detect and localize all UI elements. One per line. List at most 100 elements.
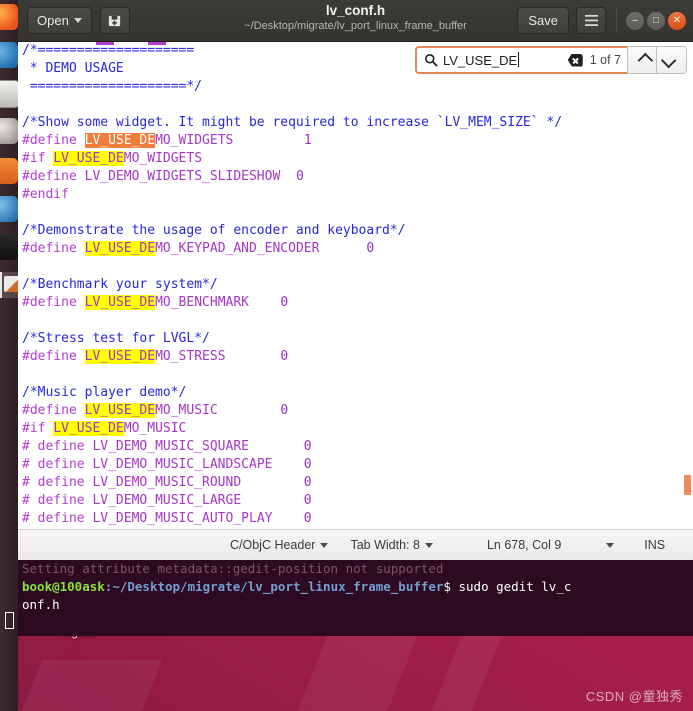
code-token: MO_WIDGETS (123, 151, 203, 166)
scrollbar-match-marker[interactable] (684, 475, 691, 495)
ubuntu-launcher[interactable] (0, 0, 22, 711)
code-token: # define (22, 475, 93, 490)
open-button[interactable]: Open (27, 7, 92, 34)
source-code-text[interactable]: /*==================== * DEMO USAGE ====… (18, 42, 693, 529)
code-token: #define (22, 403, 85, 418)
launcher-icon-libreoffice[interactable] (0, 158, 18, 184)
minimize-button[interactable]: – (626, 11, 644, 30)
language-label: C/ObjC Header (230, 538, 316, 552)
search-bar: LV_USE_DE 1 of 7 (415, 46, 687, 74)
insert-mode-indicator[interactable]: INS (644, 538, 665, 552)
code-token: 0 (366, 241, 375, 256)
code-line: #define LV_USE_DEMO_MUSIC 0 (20, 402, 693, 420)
code-token: 1 (303, 133, 312, 148)
code-token: #endif (22, 187, 69, 202)
code-token: /*==================== (22, 43, 195, 58)
gedit-statusbar: C/ObjC Header Tab Width: 8 Ln 678, Col 9… (18, 529, 693, 560)
code-token: /*Demonstrate the usage of encoder and k… (22, 223, 406, 238)
save-button[interactable]: Save (517, 7, 569, 34)
launcher-icon-terminal[interactable] (0, 234, 18, 260)
code-token: 0 (280, 295, 289, 310)
search-match: LV_USE_DE (84, 349, 156, 364)
code-line: ====================*/ (20, 78, 693, 96)
code-token: LV_DEMO_MUSIC_ROUND (92, 475, 242, 490)
search-previous-button[interactable] (627, 46, 657, 74)
terminal-cursor (5, 612, 14, 629)
launcher-icon-software[interactable] (0, 118, 18, 144)
code-token: MO_STRESS (155, 349, 226, 364)
tab-width-selector[interactable]: Tab Width: 8 (350, 538, 433, 552)
code-line: # define LV_DEMO_MUSIC_SQUARE 0 (20, 438, 693, 456)
terminal-window[interactable]: Setting attribute metadata::gedit-positi… (18, 560, 693, 636)
code-token: 0 (303, 511, 312, 526)
code-token: MO_BENCHMARK (155, 295, 249, 310)
csdn-watermark: CSDN @童独秀 (585, 689, 683, 704)
launcher-icon-firefox[interactable] (0, 42, 18, 68)
code-token: #if (22, 421, 54, 436)
code-line: #define LV_USE_DEMO_BENCHMARK 0 (20, 294, 693, 312)
insert-mode-label: INS (644, 538, 666, 552)
terminal-command: $ sudo gedit lv_c (443, 579, 572, 594)
code-line: # define LV_DEMO_MUSIC_AUTO_PLAY 0 (20, 510, 693, 528)
chevron-down-icon[interactable] (606, 542, 615, 548)
code-token: 0 (303, 457, 312, 472)
terminal-user: book@100ask (22, 579, 105, 594)
search-next-button[interactable] (657, 46, 687, 74)
code-token: LV_DEMO_MUSIC_SQUARE (92, 439, 249, 454)
code-token: 0 (303, 439, 312, 454)
code-token: MO_KEYPAD_AND_ENCODER (155, 241, 320, 256)
hamburger-menu-button[interactable] (576, 7, 606, 34)
search-input[interactable]: LV_USE_DE 1 of 7 (415, 46, 627, 74)
maximize-button[interactable]: □ (647, 11, 665, 30)
clear-search-icon[interactable] (567, 53, 583, 67)
code-token: 0 (303, 475, 312, 490)
search-match-count: 1 of 7 (589, 53, 621, 67)
code-token: LV_DEMO_MUSIC_LARGE (92, 493, 242, 508)
editor-area[interactable]: /*==================== * DEMO USAGE ====… (18, 42, 693, 529)
search-match-current: LV_USE_DE (84, 133, 156, 148)
launcher-icon-help[interactable] (0, 196, 18, 222)
gedit-window: Open lv_conf.h ~/Desktop/migrate/lv_port… (18, 0, 693, 560)
code-line: /*Music player demo*/ (20, 384, 693, 402)
code-line: # define LV_DEMO_MUSIC_LARGE 0 (20, 492, 693, 510)
gedit-headerbar: Open lv_conf.h ~/Desktop/migrate/lv_port… (18, 0, 693, 42)
launcher-icon-files[interactable] (0, 80, 20, 108)
window-controls: – □ ✕ (616, 8, 686, 33)
search-query-text: LV_USE_DE (443, 51, 568, 68)
language-selector[interactable]: C/ObjC Header (230, 538, 329, 552)
hamburger-icon (584, 14, 598, 26)
launcher-icon-dash[interactable] (0, 4, 18, 30)
code-line: #define LV_DEMO_WIDGETS_SLIDESHOW 0 (20, 168, 693, 186)
close-button[interactable]: ✕ (668, 11, 686, 30)
code-token: /*Benchmark your system*/ (22, 277, 218, 292)
terminal-prompt-line: book@100ask:~/Desktop/migrate/lv_port_li… (18, 578, 693, 596)
code-token: 0 (303, 493, 312, 508)
code-line: # define LV_DEMO_MUSIC_LANDSCAPE 0 (20, 456, 693, 474)
code-token: 0 (295, 169, 304, 184)
code-token: ====================*/ (22, 79, 203, 94)
code-token: LV_DEMO_MUSIC_LANDSCAPE (92, 457, 273, 472)
terminal-cwd: :~/Desktop/migrate/lv_port_linux_frame_b… (104, 579, 444, 594)
code-line: #if LV_USE_DEMO_WIDGETS (20, 150, 693, 168)
search-match: LV_USE_DE (84, 403, 156, 418)
search-match: LV_USE_DE (84, 295, 156, 310)
code-token: LV_DEMO_WIDGETS_SLIDESHOW (84, 169, 281, 184)
code-line: /*Demonstrate the usage of encoder and k… (20, 222, 693, 240)
code-line: #define LV_USE_DEMO_KEYPAD_AND_ENCODER 0 (20, 240, 693, 258)
code-line: /*Show some widget. It might be required… (20, 114, 693, 132)
code-token: * DEMO USAGE (22, 61, 124, 76)
code-token: # define (22, 457, 93, 472)
search-match: LV_USE_DE (53, 151, 124, 166)
code-token: LV_DEMO_MUSIC_AUTO_PLAY (92, 511, 273, 526)
chevron-up-icon (637, 52, 653, 68)
new-document-button[interactable] (99, 7, 130, 34)
